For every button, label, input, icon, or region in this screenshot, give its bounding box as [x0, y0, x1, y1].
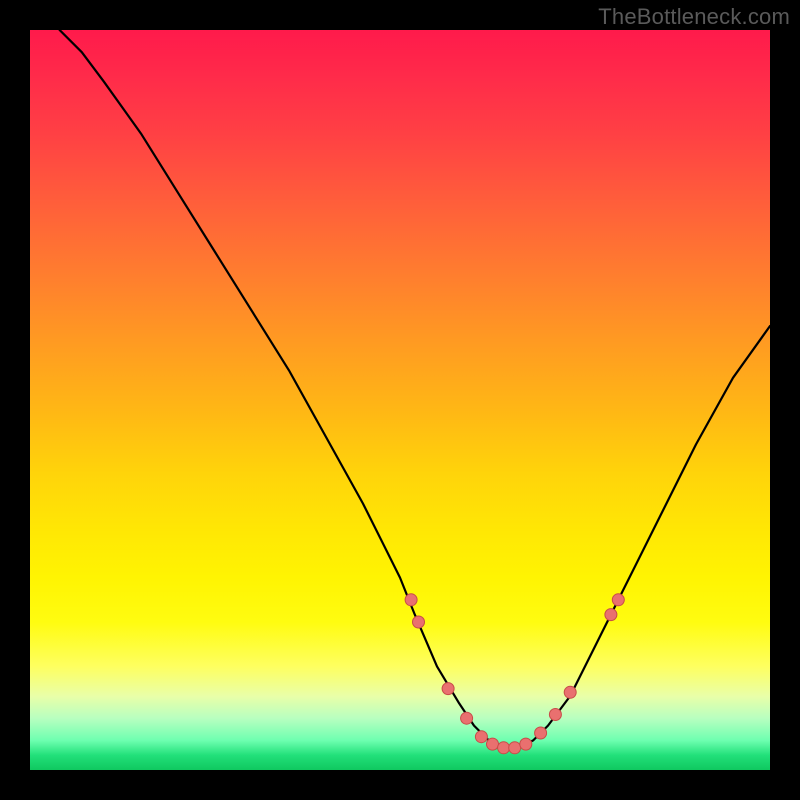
curve-marker [535, 727, 547, 739]
curve-marker [549, 709, 561, 721]
chart-frame: TheBottleneck.com [0, 0, 800, 800]
curve-marker [509, 742, 521, 754]
curve-marker [520, 738, 532, 750]
plot-area [30, 30, 770, 770]
watermark-label: TheBottleneck.com [598, 4, 790, 30]
curve-marker [442, 683, 454, 695]
curve-marker [405, 594, 417, 606]
curve-marker [487, 738, 499, 750]
curve-marker [612, 594, 624, 606]
curve-marker [564, 686, 576, 698]
curve-marker [498, 742, 510, 754]
curve-svg [30, 30, 770, 770]
bottleneck-curve [60, 30, 770, 748]
curve-markers [405, 594, 624, 754]
curve-marker [461, 712, 473, 724]
curve-marker [605, 609, 617, 621]
curve-marker [475, 731, 487, 743]
curve-marker [413, 616, 425, 628]
